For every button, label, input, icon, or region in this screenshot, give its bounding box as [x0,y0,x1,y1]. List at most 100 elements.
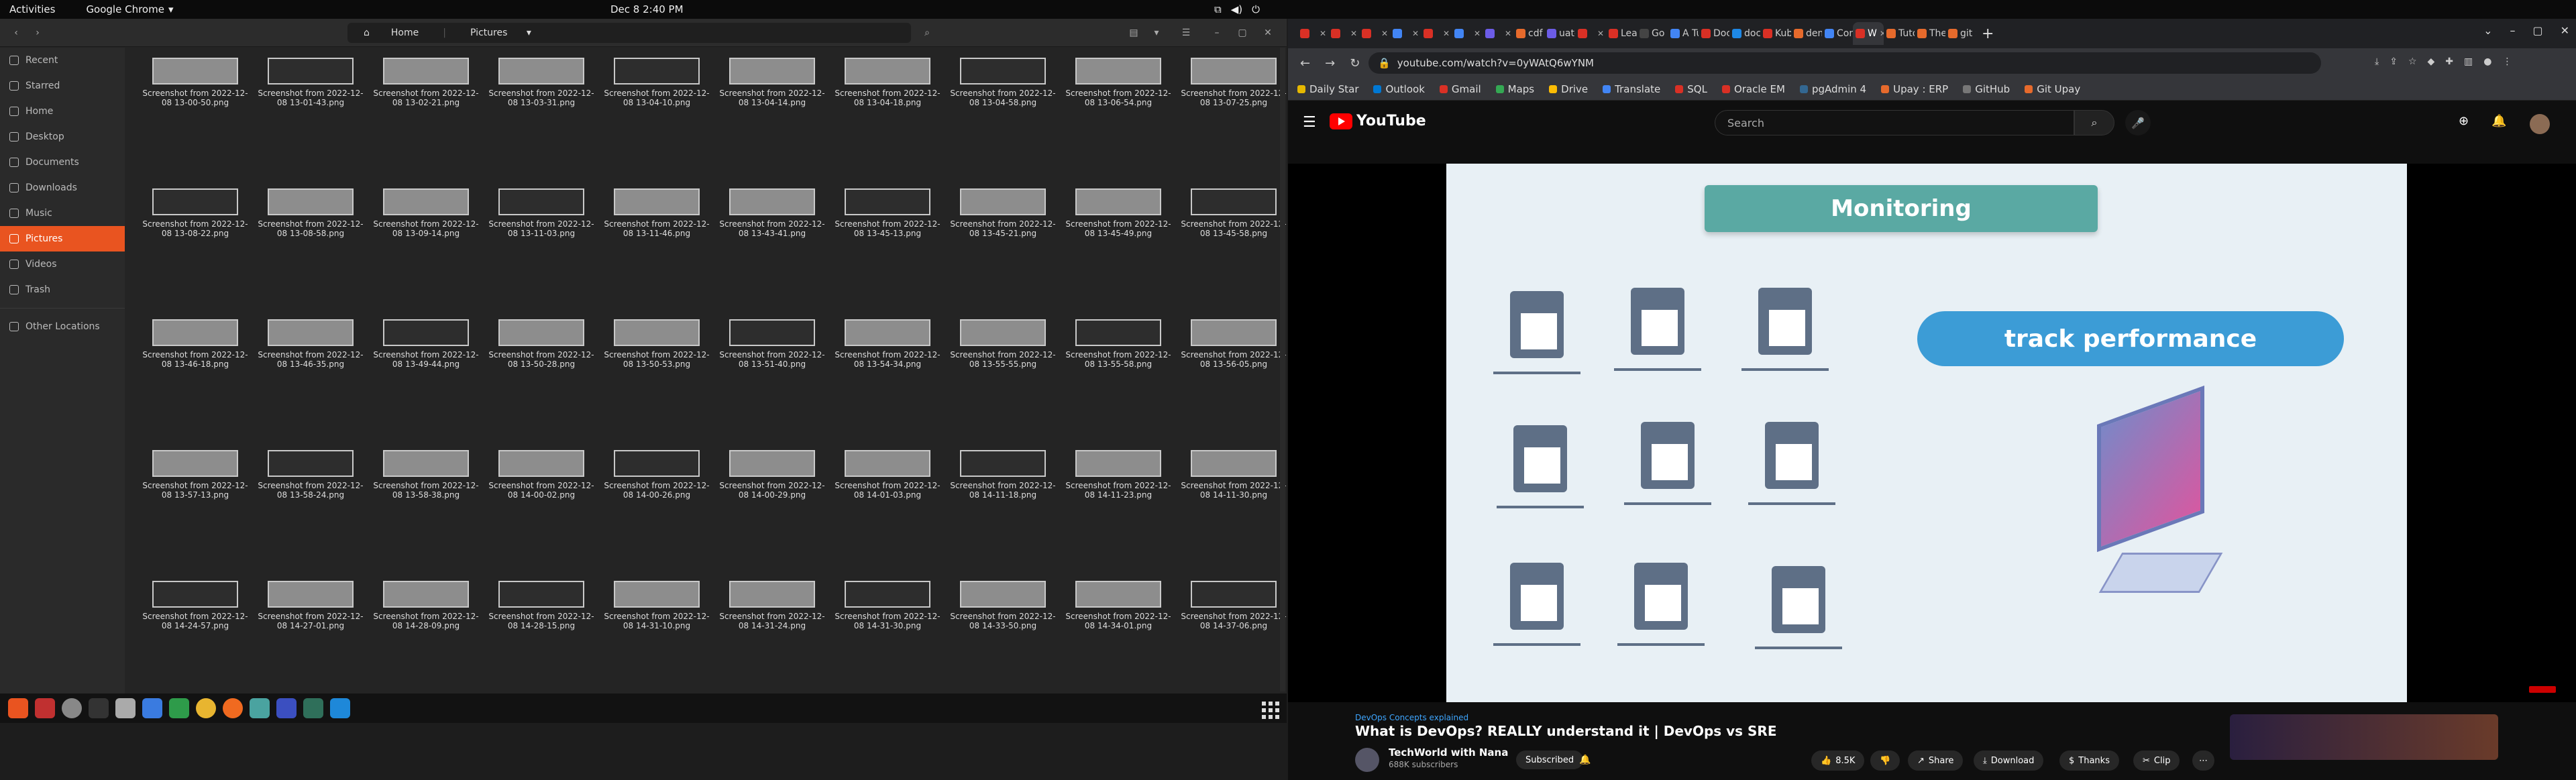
file-item[interactable]: Screenshot from 2022-12-08 14-34-01.png [1061,581,1176,712]
bookmark-item[interactable]: Gmail [1439,83,1481,95]
new-tab-button[interactable]: + [1982,25,1994,42]
profile-icon[interactable]: ● [2483,56,2491,67]
file-item[interactable]: Screenshot from 2022-12-08 13-04-18.png [830,58,945,188]
browser-tab[interactable]: cdf✕ [1513,22,1544,45]
app-grid-icon[interactable] [1258,698,1279,719]
file-item[interactable]: Screenshot from 2022-12-08 14-11-18.png [945,450,1061,581]
video-player[interactable]: Monitoring track performance [1446,164,2407,702]
file-item[interactable]: Screenshot from 2022-12-08 13-01-43.png [253,58,368,188]
create-icon[interactable]: ⊕ [2459,114,2469,134]
video-tagline[interactable]: DevOps Concepts explained [1355,713,1468,722]
back-button[interactable]: ‹ [7,24,25,42]
file-item[interactable]: Screenshot from 2022-12-08 13-58-38.png [368,450,484,581]
browser-tab[interactable]: Lear✕ [1606,22,1637,45]
browser-tab[interactable]: ✕ [1421,22,1452,45]
bookmark-item[interactable]: Maps [1495,83,1534,95]
file-item[interactable]: Screenshot from 2022-12-08 14-00-02.png [484,450,599,581]
close-icon[interactable]: ✕ [1320,29,1328,38]
app-icon[interactable] [276,698,297,718]
browser-tab[interactable]: git✕ [1945,22,1976,45]
tab-search-icon[interactable]: ⌄ [2483,24,2492,37]
app-icon[interactable] [250,698,270,718]
thanks-button[interactable]: $ Thanks [2059,750,2119,771]
bookmark-item[interactable]: pgAdmin 4 [1799,83,1866,95]
sidebar-item-videos[interactable]: Videos [0,252,125,277]
browser-tab[interactable]: Con✕ [1822,22,1853,45]
file-item[interactable]: Screenshot from 2022-12-08 13-04-14.png [714,58,830,188]
search-button[interactable]: ⌕ [918,24,936,42]
file-item[interactable]: Screenshot from 2022-12-08 13-11-46.png [599,188,714,319]
sidebar-icon[interactable]: ▥ [2464,56,2473,67]
maximize-icon[interactable]: ▢ [2532,24,2542,37]
file-item[interactable]: Screenshot from 2022-12-08 13-43-41.png [714,188,830,319]
menu-button[interactable]: ☰ [1177,24,1195,42]
bookmark-item[interactable]: Upay : ERP [1881,83,1948,95]
avatar[interactable] [2529,114,2550,134]
sidebar-item-starred[interactable]: Starred [0,73,125,99]
hamburger-icon[interactable]: ☰ [1303,114,1316,131]
minimize-button[interactable]: – [1208,24,1226,42]
voice-search-button[interactable]: 🎤 [2125,110,2151,135]
breadcrumb-pictures[interactable]: Pictures ▾ [454,27,547,38]
browser-tab[interactable]: The✕ [1915,22,1945,45]
bookmark-item[interactable]: Daily Star [1297,83,1358,95]
browser-tab[interactable]: Doc✕ [1699,22,1729,45]
system-tray[interactable]: ⧉ ◀) ⏻ [1214,3,1260,15]
ad-banner[interactable] [2230,714,2498,760]
puzzle-icon[interactable]: ✚ [2445,56,2453,67]
maximize-button[interactable]: ▢ [1233,24,1252,42]
file-item[interactable]: Screenshot from 2022-12-08 13-08-58.png [253,188,368,319]
file-item[interactable]: Screenshot from 2022-12-08 13-04-10.png [599,58,714,188]
file-item[interactable]: Screenshot from 2022-12-08 13-50-28.png [484,319,599,450]
sidebar-item-other-locations[interactable]: Other Locations [0,314,125,339]
back-icon[interactable]: ← [1300,56,1310,70]
scrollbar[interactable] [1280,48,1285,691]
clock[interactable]: Dec 8 2:40 PM [610,3,684,15]
file-item[interactable]: Screenshot from 2022-12-08 13-03-31.png [484,58,599,188]
file-item[interactable]: Screenshot from 2022-12-08 14-01-03.png [830,450,945,581]
dislike-button[interactable]: 👎 [1870,750,1900,771]
close-icon[interactable]: ✕ [1505,29,1513,38]
clip-button[interactable]: ✂ Clip [2133,750,2180,771]
file-item[interactable]: Screenshot from 2022-12-08 14-37-06.png [1176,581,1291,712]
file-item[interactable]: Screenshot from 2022-12-08 14-27-01.png [253,581,368,712]
image-viewer-icon[interactable] [303,698,323,718]
file-item[interactable]: Screenshot from 2022-12-08 13-45-13.png [830,188,945,319]
file-item[interactable]: Screenshot from 2022-12-08 13-58-24.png [253,450,368,581]
file-item[interactable]: Screenshot from 2022-12-08 13-09-14.png [368,188,484,319]
view-toggle-button[interactable]: ▤ [1124,24,1143,42]
view-options-button[interactable]: ▾ [1147,24,1166,42]
file-item[interactable]: Screenshot from 2022-12-08 13-51-40.png [714,319,830,450]
share-icon[interactable]: ⇪ [2390,56,2398,67]
ubuntu-software-icon[interactable] [8,698,28,718]
browser-tab[interactable]: ✕ [1452,22,1483,45]
chrome-icon[interactable] [196,698,216,718]
file-item[interactable]: Screenshot from 2022-12-08 13-55-58.png [1061,319,1176,450]
file-item[interactable]: Screenshot from 2022-12-08 14-11-30.png [1176,450,1291,581]
install-icon[interactable]: ⤓ [2375,56,2379,67]
share-button[interactable]: ↗ Share [1908,750,1964,771]
sidebar-item-recent[interactable]: Recent [0,48,125,73]
browser-tab[interactable]: Go b✕ [1637,22,1668,45]
browser-tab[interactable]: ✕ [1297,22,1328,45]
file-item[interactable]: Screenshot from 2022-12-08 14-24-57.png [138,581,253,712]
file-item[interactable]: Screenshot from 2022-12-08 13-02-21.png [368,58,484,188]
writer-icon[interactable] [142,698,162,718]
file-item[interactable]: Screenshot from 2022-12-08 13-54-34.png [830,319,945,450]
file-item[interactable]: Screenshot from 2022-12-08 13-50-53.png [599,319,714,450]
file-item[interactable]: Screenshot from 2022-12-08 14-31-10.png [599,581,714,712]
browser-tab[interactable]: uat-✕ [1544,22,1575,45]
close-icon[interactable]: ✕ [1443,29,1452,38]
browser-tab[interactable]: W ✕ [1853,22,1884,45]
sidebar-item-desktop[interactable]: Desktop [0,124,125,150]
file-item[interactable]: Screenshot from 2022-12-08 14-31-30.png [830,581,945,712]
file-item[interactable]: Screenshot from 2022-12-08 14-00-26.png [599,450,714,581]
browser-tab[interactable]: Kub✕ [1760,22,1791,45]
terminal-icon[interactable] [89,698,109,718]
file-item[interactable]: Screenshot from 2022-12-08 14-33-50.png [945,581,1061,712]
file-item[interactable]: Screenshot from 2022-12-08 14-28-09.png [368,581,484,712]
kebab-menu-icon[interactable]: ⋮ [2502,56,2512,67]
reload-icon[interactable]: ↻ [1350,56,1360,70]
forward-button[interactable]: › [28,24,47,42]
bell-icon[interactable]: 🔔 [1579,755,1591,765]
